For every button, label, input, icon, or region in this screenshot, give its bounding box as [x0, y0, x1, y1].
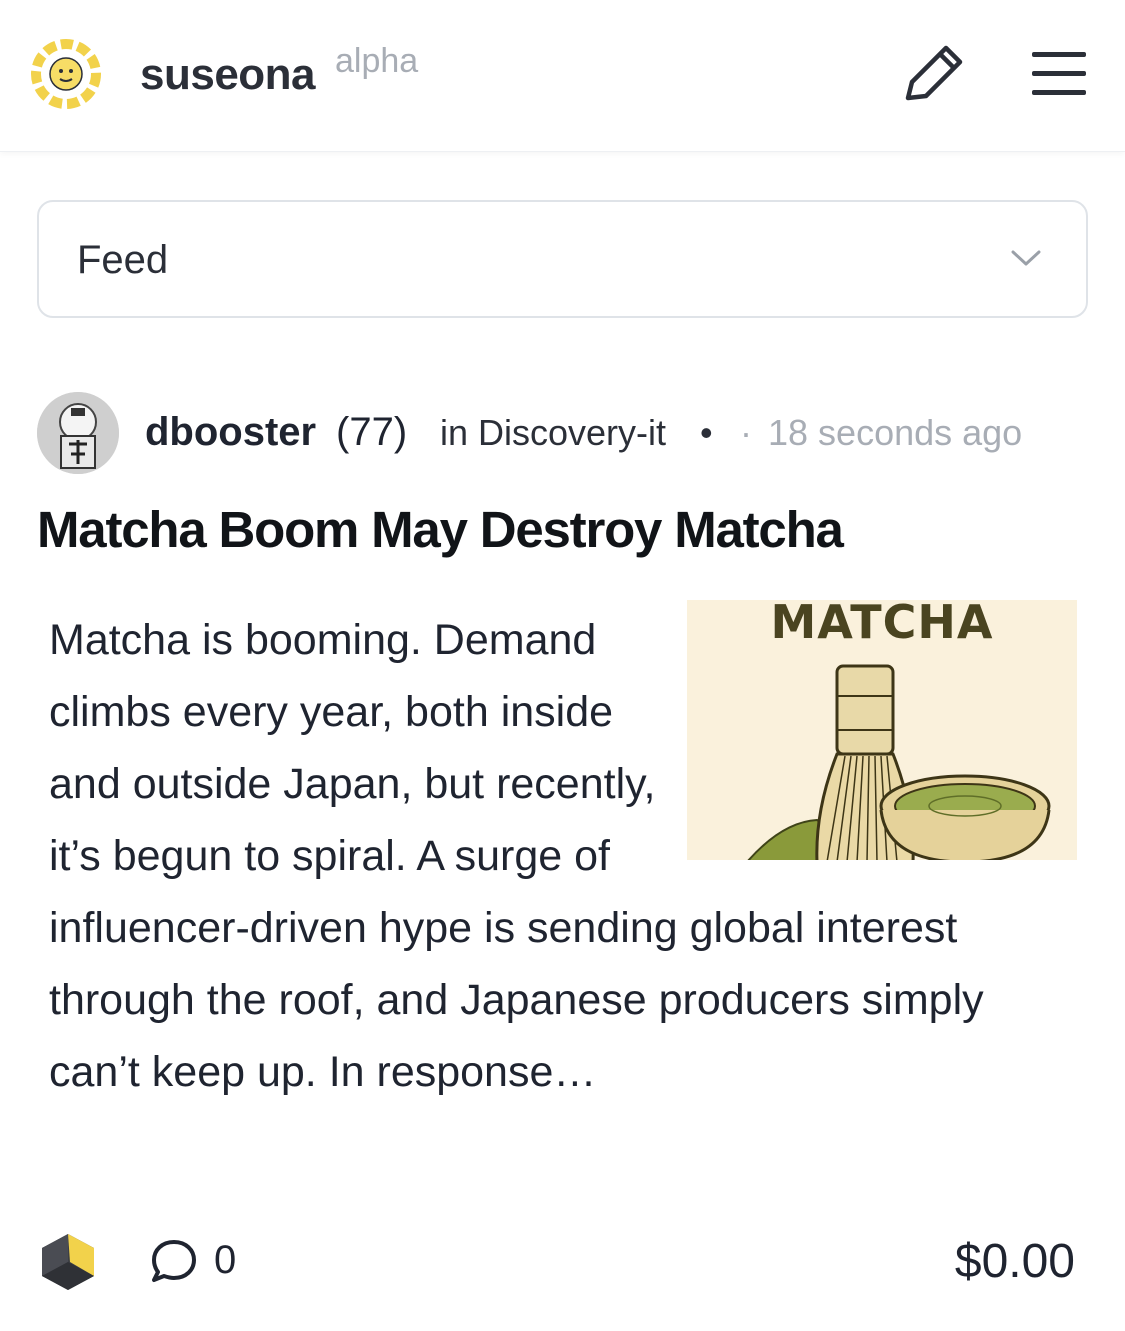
- post-timestamp: 18 seconds ago: [768, 412, 1023, 453]
- post-excerpt-block[interactable]: MATCHA Matcha is booming. Demand climbs …: [49, 600, 1079, 1108]
- top-header: suseona alpha: [0, 0, 1125, 152]
- separator-dot: ·: [740, 412, 752, 453]
- pencil-icon[interactable]: [898, 40, 968, 106]
- thumbnail-label: MATCHA: [770, 600, 994, 649]
- hamburger-menu-icon[interactable]: [1028, 46, 1090, 100]
- post-payout[interactable]: $0.00: [955, 1234, 1075, 1289]
- feed-selector-value: Feed: [77, 238, 169, 282]
- comment-count: 0: [214, 1238, 237, 1282]
- post-author[interactable]: dbooster: [145, 410, 316, 455]
- comment-icon[interactable]: [150, 1238, 198, 1284]
- author-avatar[interactable]: [37, 392, 119, 474]
- brand-name[interactable]: suseona: [140, 50, 316, 100]
- post-title[interactable]: Matcha Boom May Destroy Matcha: [37, 500, 844, 559]
- community-logo-icon[interactable]: [40, 1232, 96, 1292]
- post-thumbnail[interactable]: MATCHA: [687, 600, 1077, 860]
- avatar-image: [37, 392, 119, 474]
- feed-selector[interactable]: Feed: [37, 200, 1088, 318]
- brand-tag: alpha: [335, 42, 419, 80]
- post-community[interactable]: in Discovery-it: [440, 412, 666, 454]
- suseona-logo-icon[interactable]: [30, 38, 102, 110]
- author-reputation: (77): [336, 410, 408, 454]
- chevron-down-icon: [1011, 250, 1041, 266]
- separator-dot: •: [700, 412, 713, 453]
